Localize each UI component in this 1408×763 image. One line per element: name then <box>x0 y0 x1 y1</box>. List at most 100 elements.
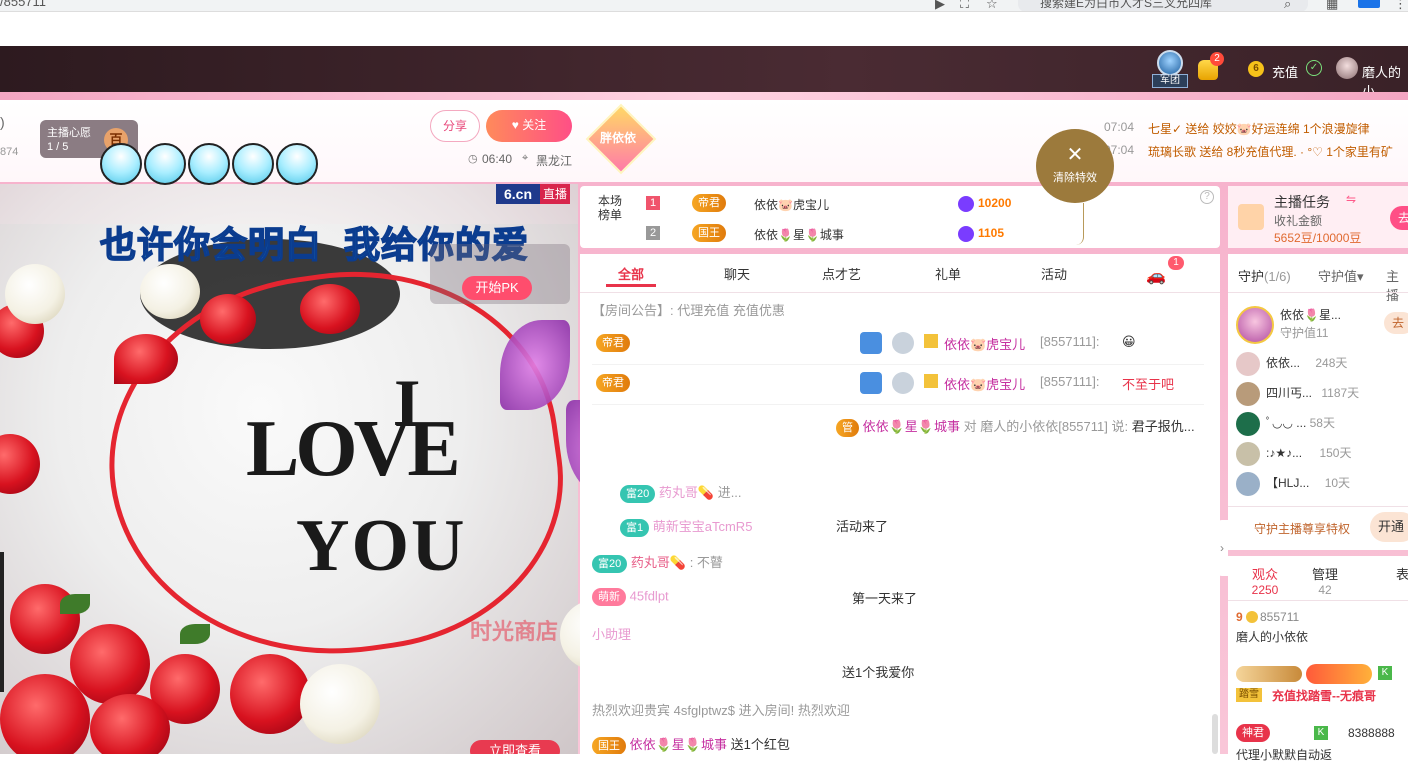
chat-user-name[interactable]: 依依🐷虎宝儿 <box>944 374 1025 393</box>
tag-badge: 神君 <box>1236 724 1270 742</box>
tab-talent[interactable]: 点才艺 <box>822 264 861 283</box>
task-subtitle: 收礼金额 <box>1274 214 1323 228</box>
tab-host[interactable]: 主播 <box>1386 266 1408 304</box>
guard-row[interactable]: 依依... 248天 <box>1236 352 1347 380</box>
live-label: 直播 <box>540 184 570 204</box>
love-word: LOVE <box>246 405 461 493</box>
top-guard-avatar[interactable] <box>1236 306 1274 344</box>
avatar <box>1236 382 1260 406</box>
avatar <box>1236 472 1260 496</box>
legion-button[interactable]: 军团 <box>1152 50 1188 90</box>
swap-icon[interactable]: ⇋ <box>1346 192 1356 206</box>
open-guard-button[interactable]: 开通 <box>1370 512 1408 542</box>
guard-go-button[interactable]: 去 <box>1384 312 1408 334</box>
browser-toolbar: /855711 ▶ ⛶ ☆ 搜索建E为白市人才S三叉允四库 ⌕ ▦ ⋮ <box>0 0 1408 12</box>
rank-user-name[interactable]: 依依🌷星🌷城事 <box>754 226 844 243</box>
help-icon[interactable]: ? <box>1200 190 1214 204</box>
chat-user-name[interactable]: 依依🌷星🌷城事 <box>630 737 727 752</box>
chat-user-name[interactable]: 依依🌷星🌷城事 <box>863 419 960 434</box>
task-go-button[interactable]: 去 <box>1390 206 1408 230</box>
user-icon <box>924 374 938 388</box>
tab-guard-value[interactable]: 守护值▾ <box>1318 266 1364 285</box>
address-bar[interactable]: /855711 <box>0 0 46 9</box>
menu-icon[interactable]: ⋮ <box>1394 0 1407 11</box>
tab-chat[interactable]: 聊天 <box>724 264 750 283</box>
anchor-task-panel: 主播任务 ⇋ 收礼金额 5652豆/10000豆 去 <box>1228 186 1408 248</box>
chat-message: 小助理 <box>592 627 632 642</box>
guard-row[interactable]: :♪★♪... 150天 <box>1236 442 1351 470</box>
guard-privilege-link[interactable]: 守护主播尊享特权 <box>1254 520 1350 537</box>
divider <box>1228 506 1408 507</box>
tab-viewers[interactable]: 观众 2250 <box>1242 564 1288 597</box>
chat-scrollbar[interactable] <box>1212 714 1218 754</box>
audience-name[interactable]: 充值找踏雪--无痕哥 <box>1272 687 1376 704</box>
check-icon[interactable]: ✓ <box>1306 60 1322 76</box>
bubble-circle <box>232 143 274 185</box>
car-icon[interactable]: 🚗 <box>1146 266 1166 286</box>
level-icon <box>860 372 882 394</box>
guard-panel: 守护(1/6) 守护值▾ 主播 依依🌷星... 守护值11 去 依依... 24… <box>1228 254 1408 550</box>
site-header: 军团 2 6 充值 ✓ 磨人的小 <box>0 46 1408 99</box>
gem-icon <box>958 226 974 242</box>
guard-row[interactable]: ﾟ◡◡ ... 58天 <box>1236 412 1335 440</box>
tab-all[interactable]: 全部 <box>618 264 644 283</box>
fullscreen-icon[interactable]: ⛶ <box>960 0 969 11</box>
level-icon <box>892 332 914 354</box>
anchor-name-suffix: ) <box>0 114 5 130</box>
view-now-button[interactable]: 立即查看 <box>470 740 560 754</box>
chat-message: 帝君 <box>596 334 630 352</box>
rank-title-badge: 帝君 <box>692 194 726 212</box>
video-player[interactable]: 6.cn 直播 也许你会明白 我给你的爱 开始PK I LOVE YOU 时光商… <box>0 184 578 754</box>
avatar <box>1236 352 1260 376</box>
live-location: 黑龙江 <box>536 154 573 168</box>
marquee-text: 七星✓ 送给 姣姣🐷好运连绵 1个浪漫旋律 <box>1148 122 1370 136</box>
browser-tab[interactable]: 搜索建E为白市人才S三叉允四库 <box>1018 0 1308 11</box>
k-icon: K <box>1378 666 1392 680</box>
audience-panel: 观众 2250 管理 42 表 9 855711 磨人的小依依 K 踏雪 充值找… <box>1228 556 1408 762</box>
audience-uid: 8388888 <box>1348 726 1395 740</box>
clear-effects-button[interactable]: ✕ 清除特效 <box>1036 129 1114 203</box>
divider <box>1228 600 1408 601</box>
guard-row[interactable]: 【HLJ... 10天 <box>1236 472 1350 500</box>
search-icon[interactable]: ⌕ <box>1284 0 1291 11</box>
play-icon[interactable]: ▶ <box>935 0 945 11</box>
share-button[interactable]: 分享 <box>430 110 480 142</box>
top-guard-name[interactable]: 依依🌷星... <box>1280 306 1341 323</box>
start-pk-button[interactable]: 开始PK <box>462 276 532 300</box>
collapse-arrow-icon[interactable]: › <box>1216 520 1228 576</box>
decorative-strip <box>0 92 1408 100</box>
star-icon[interactable]: ☆ <box>986 0 998 11</box>
chat-message: 国王 依依🌷星🌷城事 送1个红包 <box>592 734 790 754</box>
avatar[interactable] <box>1336 57 1358 79</box>
apps-icon[interactable]: ▦ <box>1326 0 1338 11</box>
tab-more[interactable]: 表 <box>1396 564 1408 583</box>
task-progress: 5652豆/10000豆 <box>1274 231 1362 245</box>
chat-message: 管 依依🌷星🌷城事 对 磨人的小依依[855711] 说: 君子报仇... <box>836 416 1195 437</box>
you-word: YOU <box>296 505 467 587</box>
audience-name[interactable]: 代理小默默自动返 <box>1236 746 1332 763</box>
tab-admin[interactable]: 管理 42 <box>1302 564 1348 597</box>
audience-name[interactable]: 磨人的小依依 <box>1236 628 1308 645</box>
guard-row[interactable]: 四川丐... 1187天 <box>1236 382 1359 410</box>
tab-gift-list[interactable]: 礼单 <box>935 264 961 283</box>
recharge-link[interactable]: 充值 <box>1272 62 1298 81</box>
bubble-circle <box>276 143 318 185</box>
chat-user-name[interactable]: 依依🐷虎宝儿 <box>944 334 1025 353</box>
rank-user-name[interactable]: 依依🐷虎宝儿 <box>754 196 829 213</box>
car-count-badge: 1 <box>1168 256 1184 270</box>
tab-activity[interactable]: 活动 <box>1041 264 1067 283</box>
petal <box>114 334 178 384</box>
fan-badge[interactable]: 胖依依 <box>600 129 636 146</box>
tab-guard[interactable]: 守护(1/6) <box>1238 266 1291 285</box>
bubble-circle <box>144 143 186 185</box>
level-icon: 9 <box>1236 610 1243 624</box>
chat-message: 富20 药丸哥💊 进... <box>620 482 742 503</box>
notification-button[interactable]: 2 <box>1198 52 1224 80</box>
rank-num: 2 <box>646 226 660 240</box>
chat-message: 富1 萌新宝宝aTcmR5 活动来了 <box>620 516 888 537</box>
level-icon <box>892 372 914 394</box>
marquee-text: 琉璃长歌 送给 8秒充值代理. · °♡ 1个家里有矿 <box>1148 145 1393 159</box>
chat-text: 君子报仇... <box>1131 419 1195 434</box>
profile-icon[interactable] <box>1358 0 1380 8</box>
follow-button[interactable]: ♥ 关注 <box>486 110 572 142</box>
